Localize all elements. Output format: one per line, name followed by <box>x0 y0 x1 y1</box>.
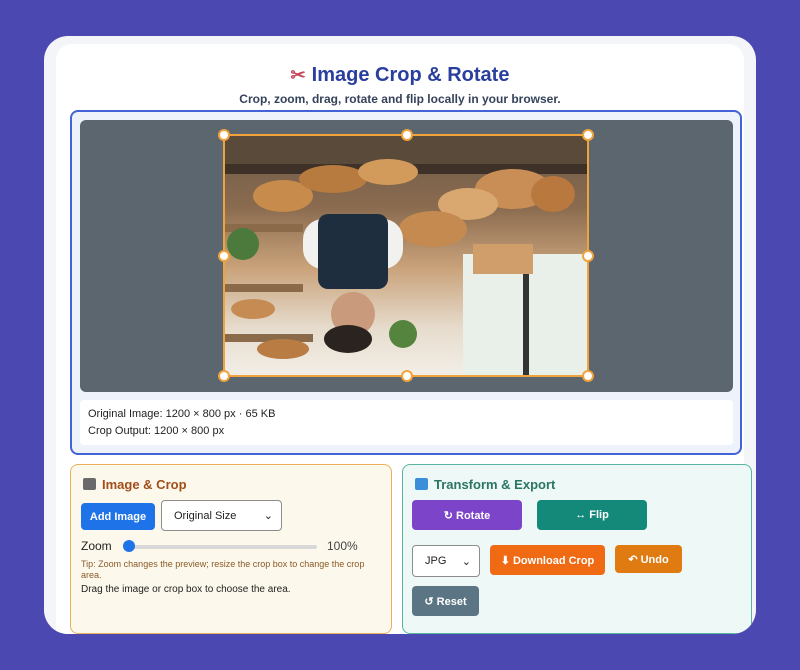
zoom-slider-track[interactable] <box>127 545 317 549</box>
app-card: ✂ Image Crop & Rotate Crop, zoom, drag, r… <box>44 36 756 634</box>
flip-button[interactable]: ↔ Flip <box>537 500 647 530</box>
crop-output-info: Crop Output: 1200 × 800 px <box>88 425 225 437</box>
crop-handle-bottom-right[interactable] <box>582 370 594 382</box>
transform-export-title: Transform & Export <box>415 477 555 492</box>
zoom-label: Zoom <box>81 539 112 553</box>
format-select[interactable]: JPG ⌄ <box>412 545 480 577</box>
page-title: ✂ Image Crop & Rotate <box>290 64 510 86</box>
download-crop-button[interactable]: ⬇ Download Crop <box>490 545 605 575</box>
zoom-slider-thumb[interactable] <box>123 540 135 552</box>
editor-frame: Original Image: 1200 × 800 px · 65 KB Cr… <box>70 110 742 455</box>
image-stage[interactable] <box>80 120 733 392</box>
image-info: Original Image: 1200 × 800 px · 65 KB Cr… <box>80 400 733 445</box>
film-frames-icon <box>83 478 96 490</box>
drag-note: Drag the image or crop box to choose the… <box>81 584 291 595</box>
size-select[interactable]: Original Size ⌄ <box>161 500 282 531</box>
transform-export-panel: Transform & Export ↻ Rotate ↔ Flip JPG ⌄… <box>402 464 752 634</box>
refresh-icon <box>415 478 428 490</box>
crop-handle-right[interactable] <box>582 250 594 262</box>
crop-handle-top-right[interactable] <box>582 129 594 141</box>
reset-button[interactable]: ↺ Reset <box>412 586 479 616</box>
crop-handle-top-left[interactable] <box>218 129 230 141</box>
crop-handle-top[interactable] <box>401 129 413 141</box>
crop-handle-bottom[interactable] <box>401 370 413 382</box>
scissors-icon: ✂ <box>290 65 306 85</box>
app-content: ✂ Image Crop & Rotate Crop, zoom, drag, r… <box>56 44 752 634</box>
crop-box[interactable] <box>218 129 594 382</box>
chevron-down-icon: ⌄ <box>461 555 471 568</box>
zoom-tip: Tip: Zoom changes the preview; resize th… <box>81 559 365 580</box>
crop-handle-left[interactable] <box>218 250 230 262</box>
undo-button[interactable]: ↶ Undo <box>615 545 682 573</box>
image-crop-title: Image & Crop <box>83 477 187 492</box>
image-crop-panel: Image & Crop Add Image Original Size ⌄ Z… <box>70 464 392 634</box>
zoom-value: 100% <box>327 539 358 553</box>
chevron-down-icon: ⌄ <box>263 510 273 522</box>
add-image-button[interactable]: Add Image <box>81 503 155 530</box>
page-subtitle: Crop, zoom, drag, rotate and flip locall… <box>239 92 561 106</box>
rotate-button[interactable]: ↻ Rotate <box>412 500 522 530</box>
original-image-info: Original Image: 1200 × 800 px · 65 KB <box>88 408 276 420</box>
crop-handle-bottom-left[interactable] <box>218 370 230 382</box>
